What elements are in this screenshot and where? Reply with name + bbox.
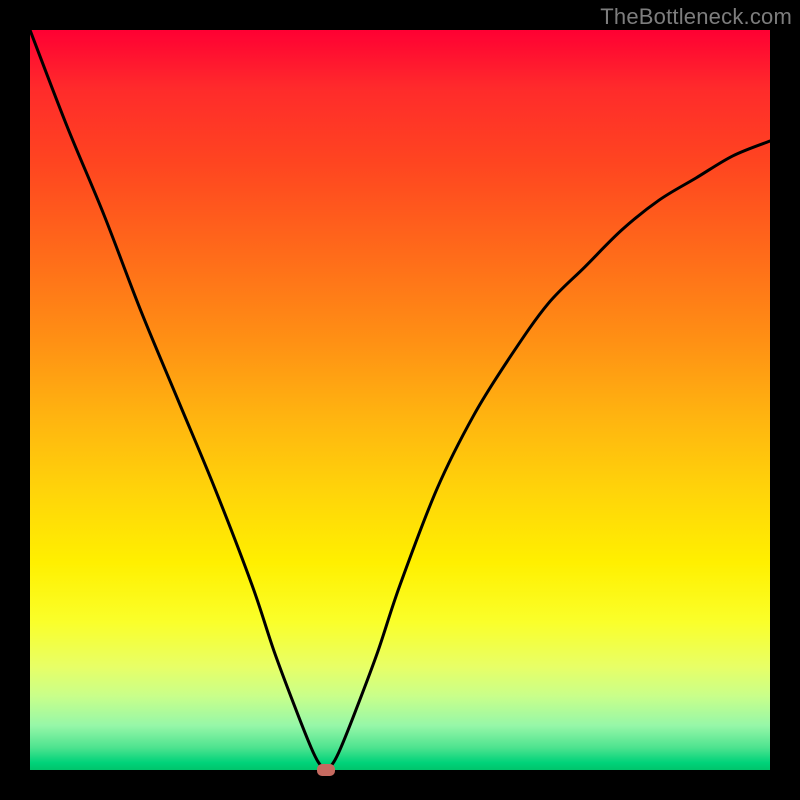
- chart-plot-area: [30, 30, 770, 770]
- optimum-marker: [317, 764, 335, 776]
- bottleneck-curve: [30, 30, 770, 770]
- chart-frame: TheBottleneck.com: [0, 0, 800, 800]
- watermark-text: TheBottleneck.com: [600, 4, 792, 30]
